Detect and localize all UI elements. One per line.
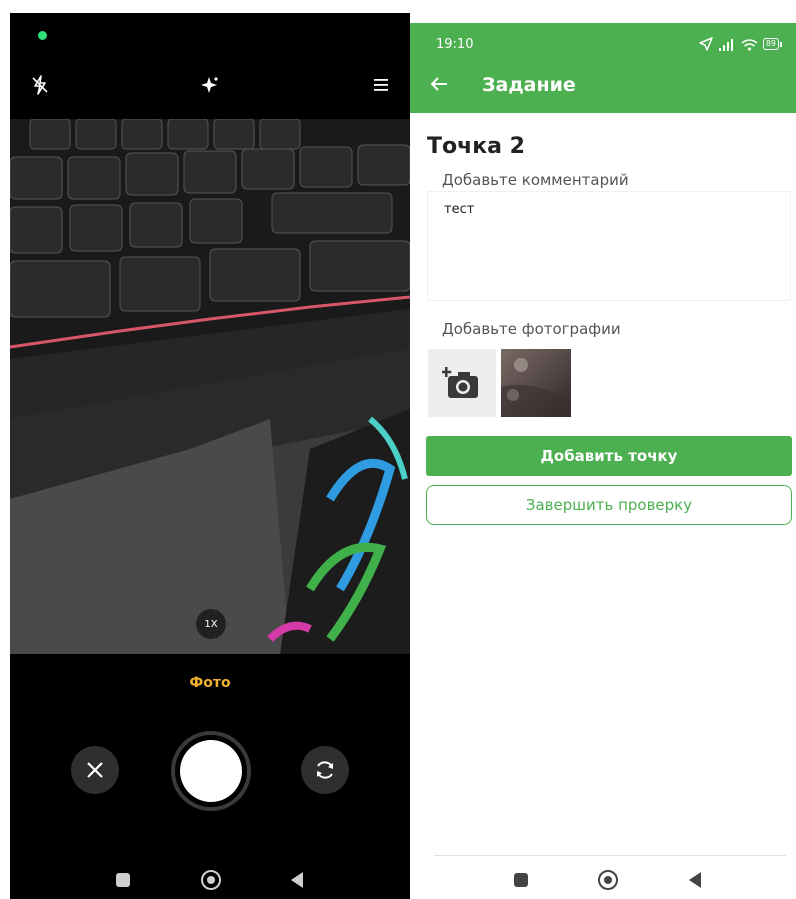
status-time: 19:10 [436, 37, 474, 52]
close-icon[interactable] [71, 746, 119, 794]
add-point-button[interactable]: Добавить точку [426, 436, 792, 476]
home-icon[interactable] [598, 870, 618, 890]
point-title: Точка 2 [427, 134, 525, 159]
camera-viewfinder[interactable] [10, 119, 410, 654]
recent-apps-icon[interactable] [116, 873, 130, 887]
finish-inspection-button[interactable]: Завершить проверку [426, 485, 792, 525]
back-nav-icon[interactable] [291, 872, 303, 888]
back-nav-icon[interactable] [689, 872, 701, 888]
camera-mode-photo[interactable]: Фото [10, 675, 410, 691]
system-nav-bar [410, 861, 796, 899]
camera-screen: 1X Фото [10, 13, 410, 899]
home-icon[interactable] [201, 870, 221, 890]
recording-indicator [38, 31, 47, 40]
comment-input[interactable]: тест [427, 191, 791, 301]
app-bar: 19:10 89 Задание [410, 23, 796, 113]
photos-label: Добавьте фотографии [442, 320, 621, 338]
flash-off-icon[interactable] [28, 73, 52, 97]
add-photo-button[interactable] [428, 349, 496, 417]
camera-top-bar [10, 65, 410, 105]
battery-icon: 89 [762, 38, 782, 50]
screen-title: Задание [482, 74, 576, 96]
status-icons: 89 [699, 36, 782, 52]
shutter-button[interactable] [171, 731, 251, 811]
wifi-icon [741, 38, 758, 50]
task-screen: 19:10 89 Задание Точка 2 Добавьте коммен… [410, 23, 796, 899]
add-photo-icon [442, 367, 478, 398]
zoom-level-badge[interactable]: 1X [196, 609, 226, 639]
sparkle-icon[interactable] [198, 73, 222, 97]
comment-label: Добавьте комментарий [442, 171, 629, 189]
recent-apps-icon[interactable] [514, 873, 528, 887]
photo-thumbnail[interactable] [501, 349, 571, 417]
location-icon [699, 37, 713, 51]
signal-icon [718, 38, 733, 51]
back-arrow-icon[interactable] [428, 73, 450, 95]
nav-divider [434, 855, 786, 856]
menu-icon[interactable] [369, 73, 393, 97]
system-nav-bar [10, 861, 410, 899]
battery-level: 89 [762, 38, 779, 50]
switch-camera-icon[interactable] [301, 746, 349, 794]
shutter-inner [180, 740, 242, 802]
